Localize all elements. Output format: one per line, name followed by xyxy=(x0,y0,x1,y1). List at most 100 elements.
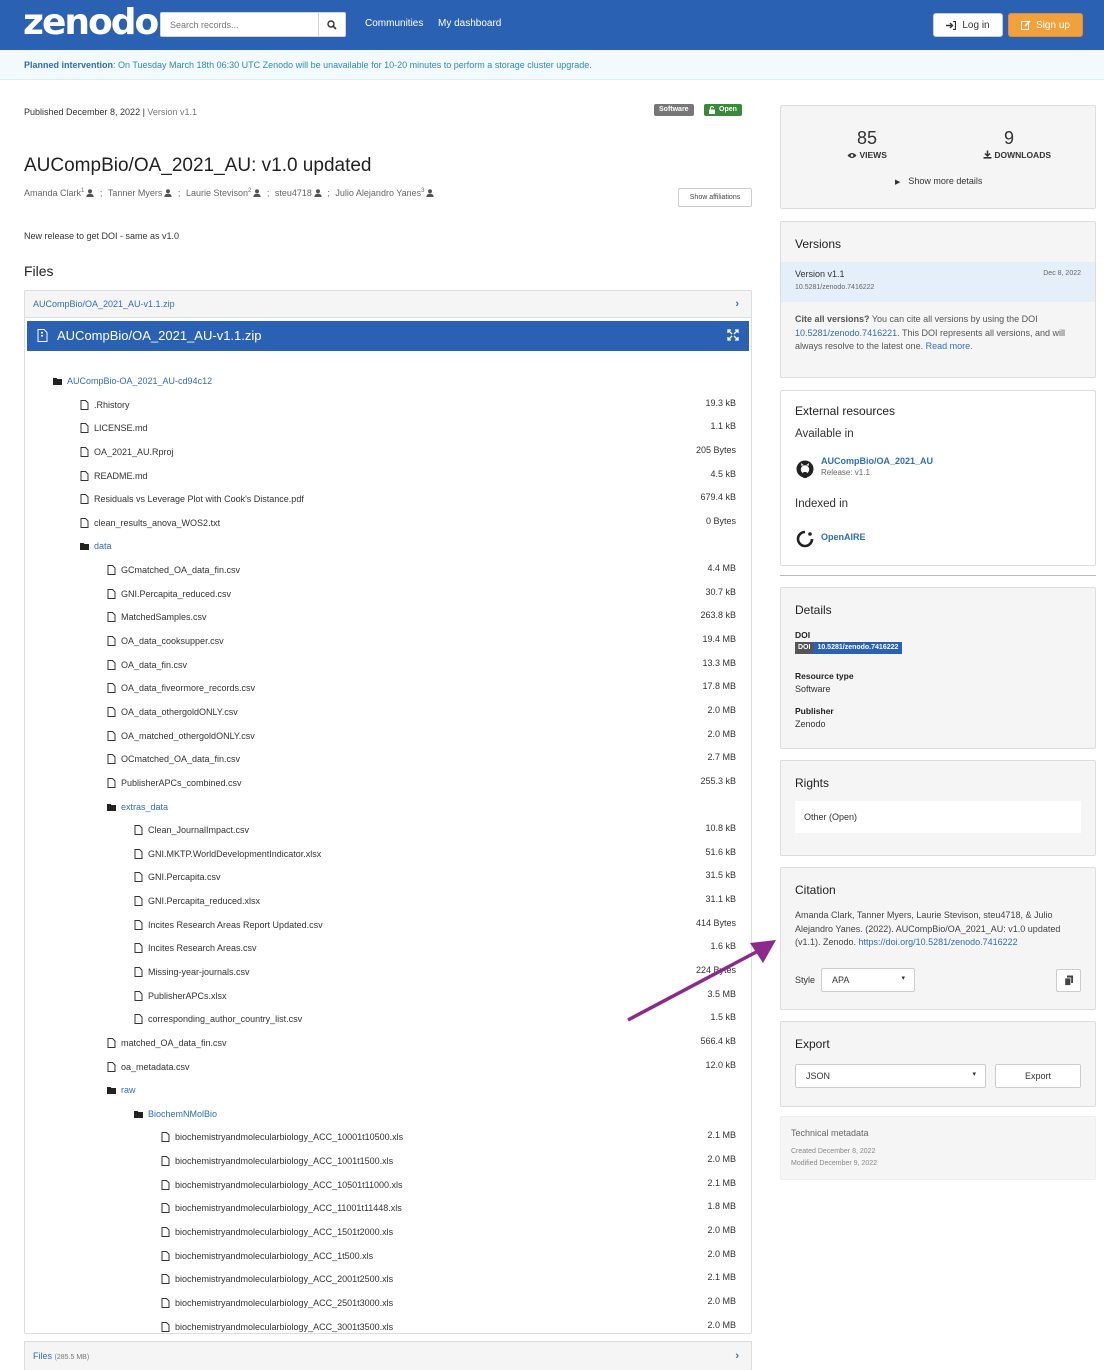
file-name[interactable]: .Rhistory xyxy=(94,400,130,410)
author-name[interactable]: Tanner Myers xyxy=(108,188,163,198)
file-name[interactable]: OA_matched_othergoldONLY.csv xyxy=(121,731,255,741)
file-row[interactable]: Incites Research Areas.csv xyxy=(134,943,257,957)
file-name[interactable]: Missing-year-journals.csv xyxy=(148,967,250,977)
folder-name[interactable]: AUCompBio-OA_2021_AU-cd94c12 xyxy=(67,376,212,386)
file-row[interactable]: GNI.Percapita_reduced.xlsx xyxy=(134,896,260,910)
file-name[interactable]: OA_data_cooksupper.csv xyxy=(121,636,224,646)
file-name[interactable]: biochemistryandmolecularbiology_ACC_2501… xyxy=(175,1298,393,1308)
zenodo-logo[interactable]: zenodo xyxy=(23,4,159,42)
file-row[interactable]: oa_metadata.csv xyxy=(107,1061,190,1076)
folder-name[interactable]: data xyxy=(94,541,112,551)
nav-my-dashboard[interactable]: My dashboard xyxy=(438,18,501,29)
file-row[interactable]: OA_2021_AU.Rproj xyxy=(80,446,174,461)
file-row[interactable]: GNI.Percapita_reduced.csv xyxy=(107,588,231,603)
file-name[interactable]: OA_2021_AU.Rproj xyxy=(94,447,174,457)
file-row[interactable]: OA_data_cooksupper.csv xyxy=(107,636,224,650)
file-row[interactable]: biochemistryandmolecularbiology_ACC_1t50… xyxy=(161,1250,373,1265)
file-row[interactable]: OA_data_fin.csv xyxy=(107,659,187,674)
file-row[interactable]: biochemistryandmolecularbiology_ACC_1100… xyxy=(161,1203,402,1217)
file-name[interactable]: OA_data_fin.csv xyxy=(121,660,187,670)
search-button[interactable] xyxy=(318,13,345,36)
file-name[interactable]: OCmatched_OA_data_fin.csv xyxy=(121,754,240,764)
file-row[interactable]: Missing-year-journals.csv xyxy=(134,967,250,981)
version-item[interactable]: Version v1.1 Dec 8, 2022 10.5281/zenodo.… xyxy=(781,262,1095,302)
nav-communities[interactable]: Communities xyxy=(365,18,423,29)
file-name[interactable]: OA_data_othergoldONLY.csv xyxy=(121,707,238,717)
file-name[interactable]: biochemistryandmolecularbiology_ACC_1t50… xyxy=(175,1251,373,1261)
file-row[interactable]: Clean_JournalImpact.csv xyxy=(134,825,249,839)
file-name[interactable]: matched_OA_data_fin.csv xyxy=(121,1038,227,1048)
file-name[interactable]: PublisherAPCs.xlsx xyxy=(148,991,227,1001)
author-name[interactable]: Amanda Clark xyxy=(24,188,81,198)
citation-style-select[interactable]: APA ▾ xyxy=(821,968,915,992)
folder-name[interactable]: extras_data xyxy=(121,802,168,812)
file-name[interactable]: biochemistryandmolecularbiology_ACC_3001… xyxy=(175,1322,393,1332)
license-item[interactable]: Other (Open) xyxy=(795,801,1081,833)
file-row[interactable]: OA_matched_othergoldONLY.csv xyxy=(107,730,255,745)
file-row[interactable]: biochemistryandmolecularbiology_ACC_2001… xyxy=(161,1274,393,1288)
file-name[interactable]: Incites Research Areas Report Updated.cs… xyxy=(148,920,323,930)
file-name[interactable]: GNI.Percapita.csv xyxy=(148,872,221,882)
folder-row[interactable]: AUCompBio-OA_2021_AU-cd94c12 xyxy=(53,376,212,390)
expand-icon[interactable] xyxy=(727,329,739,341)
github-repo-link[interactable]: AUCompBio/OA_2021_AU xyxy=(821,456,933,466)
file-name[interactable]: Clean_JournalImpact.csv xyxy=(148,825,249,835)
file-row[interactable]: biochemistryandmolecularbiology_ACC_2501… xyxy=(161,1297,393,1312)
file-row[interactable]: Residuals vs Leverage Plot with Cook's D… xyxy=(80,494,304,508)
file-name[interactable]: biochemistryandmolecularbiology_ACC_1050… xyxy=(175,1180,402,1190)
file-row[interactable]: GCmatched_OA_data_fin.csv xyxy=(107,565,240,579)
file-row[interactable]: GNI.MKTP.WorldDevelopmentIndicator.xlsx xyxy=(134,848,321,863)
file-name[interactable]: GNI.Percapita_reduced.csv xyxy=(121,589,231,599)
export-button[interactable]: Export xyxy=(995,1064,1081,1088)
file-row[interactable]: MatchedSamples.csv xyxy=(107,612,207,626)
file-row[interactable]: biochemistryandmolecularbiology_ACC_1501… xyxy=(161,1227,393,1241)
file-name[interactable]: GNI.MKTP.WorldDevelopmentIndicator.xlsx xyxy=(148,849,321,859)
files-footer[interactable]: Files (285.5 MB) › xyxy=(24,1341,752,1370)
file-name[interactable]: clean_results_anova_WOS2.txt xyxy=(94,518,220,528)
file-row[interactable]: Incites Research Areas Report Updated.cs… xyxy=(134,919,323,934)
file-row[interactable]: biochemistryandmolecularbiology_ACC_1001… xyxy=(161,1156,393,1170)
file-row[interactable]: LICENSE.md xyxy=(80,423,148,437)
file-row[interactable]: OA_data_othergoldONLY.csv xyxy=(107,706,238,721)
file-row[interactable]: corresponding_author_country_list.csv xyxy=(134,1014,302,1028)
citation-doi-link[interactable]: https://doi.org/10.5281/zenodo.7416222 xyxy=(859,937,1018,947)
author-name[interactable]: steu4718 xyxy=(275,188,312,198)
file-row[interactable]: OA_data_fiveormore_records.csv xyxy=(107,683,255,697)
file-row[interactable]: .Rhistory xyxy=(80,399,130,414)
show-more-details[interactable]: ▶ Show more details xyxy=(895,176,982,186)
copy-citation-button[interactable] xyxy=(1056,969,1081,992)
export-format-select[interactable]: JSON ▾ xyxy=(795,1064,986,1088)
file-name[interactable]: biochemistryandmolecularbiology_ACC_1001… xyxy=(175,1156,393,1166)
file-name[interactable]: corresponding_author_country_list.csv xyxy=(148,1014,302,1024)
file-row[interactable]: biochemistryandmolecularbiology_ACC_1000… xyxy=(161,1132,403,1146)
file-name[interactable]: Incites Research Areas.csv xyxy=(148,943,257,953)
folder-name[interactable]: BiochemNMolBio xyxy=(148,1109,217,1119)
file-row[interactable]: OCmatched_OA_data_fin.csv xyxy=(107,754,240,768)
file-name[interactable]: oa_metadata.csv xyxy=(121,1062,190,1072)
file-row[interactable]: PublisherAPCs.xlsx xyxy=(134,990,227,1005)
archive-link[interactable]: AUCompBio/OA_2021_AU-v1.1.zip xyxy=(33,299,175,309)
file-row[interactable]: GNI.Percapita.csv xyxy=(134,872,221,886)
file-row[interactable]: matched_OA_data_fin.csv xyxy=(107,1037,227,1052)
openaire-link[interactable]: OpenAIRE xyxy=(821,532,866,542)
files-footer-label[interactable]: Files xyxy=(33,1351,52,1361)
show-affiliations-button[interactable]: Show affiliations xyxy=(678,188,752,207)
doi-badge[interactable]: DOI 10.5281/zenodo.7416222 xyxy=(795,642,903,654)
file-row[interactable]: biochemistryandmolecularbiology_ACC_3001… xyxy=(161,1321,393,1336)
folder-row[interactable]: raw xyxy=(107,1085,136,1099)
signup-button[interactable]: Sign up xyxy=(1008,13,1083,37)
file-name[interactable]: Residuals vs Leverage Plot with Cook's D… xyxy=(94,494,304,504)
file-name[interactable]: GNI.Percapita_reduced.xlsx xyxy=(148,896,260,906)
archive-header[interactable]: AUCompBio/OA_2021_AU-v1.1.zip › xyxy=(25,291,751,318)
file-name[interactable]: biochemistryandmolecularbiology_ACC_1501… xyxy=(175,1227,393,1237)
folder-name[interactable]: raw xyxy=(121,1085,136,1095)
file-row[interactable]: clean_results_anova_WOS2.txt xyxy=(80,517,220,532)
file-name[interactable]: biochemistryandmolecularbiology_ACC_2001… xyxy=(175,1274,393,1284)
file-name[interactable]: MatchedSamples.csv xyxy=(121,612,207,622)
file-name[interactable]: biochemistryandmolecularbiology_ACC_1000… xyxy=(175,1132,403,1142)
author-name[interactable]: Laurie Stevison xyxy=(186,188,248,198)
version-item-label[interactable]: Version v1.1 xyxy=(795,269,845,279)
folder-row[interactable]: data xyxy=(80,541,112,555)
read-more-link[interactable]: Read more. xyxy=(926,341,973,351)
file-name[interactable]: biochemistryandmolecularbiology_ACC_1100… xyxy=(175,1203,402,1213)
